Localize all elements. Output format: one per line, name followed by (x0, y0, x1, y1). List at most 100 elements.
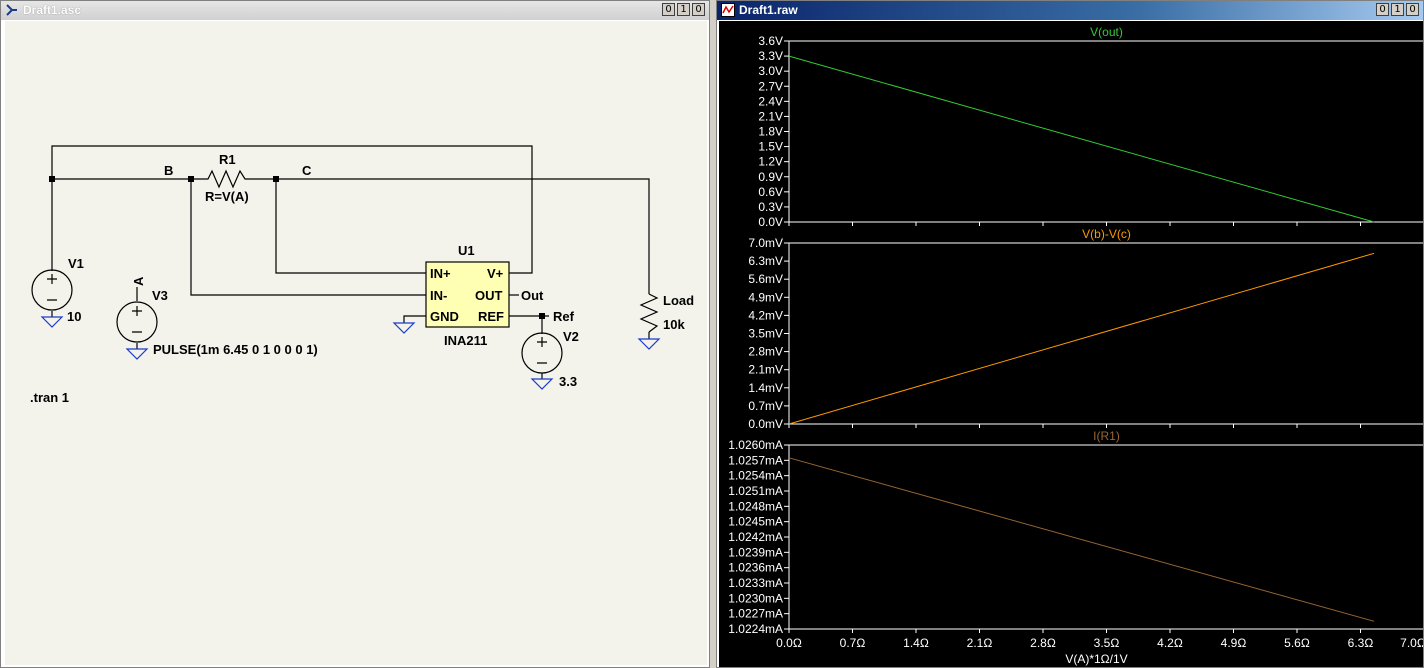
net-ref-label: Ref (553, 309, 575, 324)
y-tick-label: 1.8V (758, 125, 783, 139)
ltspice-schematic-icon (6, 4, 17, 16)
junction-dot (49, 176, 55, 182)
restore-button[interactable]: 1 (1391, 3, 1404, 16)
junction-dot (273, 176, 279, 182)
y-tick-label: 4.9mV (748, 290, 783, 304)
y-tick-label: 1.0245mA (728, 515, 783, 529)
y-tick-label: 5.6mV (748, 272, 783, 286)
trace-line (788, 55, 1375, 223)
y-tick-label: 4.2mV (748, 308, 783, 322)
y-tick-label: 2.8mV (748, 345, 783, 359)
x-tick-label: 6.3Ω (1348, 636, 1374, 650)
y-tick-label: 0.7mV (748, 399, 783, 413)
trace-line (788, 457, 1375, 622)
y-tick-label: 1.0248mA (728, 499, 783, 513)
y-tick-label: 7.0mV (748, 236, 783, 250)
y-tick-label: 0.3V (758, 200, 783, 214)
y-tick-label: 0.0mV (748, 417, 783, 431)
waveform-title: Draft1.raw (739, 3, 798, 17)
y-tick-label: 1.5V (758, 140, 783, 154)
y-tick-label: 2.1mV (748, 363, 783, 377)
y-tick-label: 3.3V (758, 49, 783, 63)
pane-frame (788, 40, 1423, 223)
v2-value-label: 3.3 (559, 374, 577, 389)
minimize-button[interactable]: 0 (662, 3, 675, 16)
load-name-label: Load (663, 293, 694, 308)
schematic-titlebar[interactable]: Draft1.asc 0 1 0 (1, 1, 709, 20)
y-tick-label: 1.0227mA (728, 607, 783, 621)
x-tick-label: 4.9Ω (1221, 636, 1247, 650)
y-tick-label: 1.0224mA (728, 622, 783, 636)
v3-node-label: A (131, 276, 146, 286)
node-c-label: C (302, 163, 312, 178)
x-tick-label: 0.7Ω (840, 636, 866, 650)
load-resistor-symbol (639, 293, 659, 333)
close-button[interactable]: 0 (1406, 3, 1419, 16)
trace-line (788, 252, 1375, 425)
wire-c-to-inp (275, 179, 426, 274)
v1-value-label: 10 (67, 309, 81, 324)
y-tick-label: 6.3mV (748, 254, 783, 268)
y-tick-label: 0.6V (758, 185, 783, 199)
load-value-label: 10k (663, 317, 685, 332)
r1-name-label: R1 (219, 152, 236, 167)
tran-directive: .tran 1 (30, 390, 69, 405)
pin-out-label: OUT (475, 288, 503, 303)
x-tick-label: 7.0Ω (1400, 636, 1423, 650)
ground-load-icon (637, 338, 661, 350)
y-tick-label: 0.0V (758, 215, 783, 229)
schematic-title: Draft1.asc (23, 3, 82, 17)
x-tick-label: 5.6Ω (1284, 636, 1310, 650)
waveform-plot-area[interactable]: 3.6V 3.3V 3.0V 2.7V 2.4V 2.1V 1.8V 1.5V 1.2V 0.9V… (719, 21, 1423, 667)
y-tick-label: 0.9V (758, 170, 783, 184)
y-tick-label: 2.4V (758, 94, 783, 108)
waveform-plots[interactable]: 3.6V3.3V3.0V2.7V2.4V2.1V 1.8V1.5V1.2V0.9V… (719, 21, 1423, 667)
y-tick-label: 1.0242mA (728, 530, 783, 544)
junction-dot (188, 176, 194, 182)
schematic-window[interactable]: Draft1.asc 0 1 0 B C R1 R=V(A) V1 10 V3 … (0, 0, 710, 668)
minimize-button[interactable]: 0 (1376, 3, 1389, 16)
schematic-canvas[interactable]: B C R1 R=V(A) V1 10 V3 A PULSE(1m 6.45 0… (5, 21, 707, 665)
pane-title: I(R1) (1093, 429, 1120, 443)
pane-title: V(out) (1090, 25, 1123, 39)
x-axis-label: V(A)*1Ω/1V (1065, 652, 1127, 666)
close-button[interactable]: 0 (692, 3, 705, 16)
y-tick-label: 1.2V (758, 155, 783, 169)
pane-title: V(b)-V(c) (1082, 227, 1131, 241)
node-b-label: B (164, 163, 173, 178)
y-tick-label: 1.0233mA (728, 576, 783, 590)
r1-value-label: R=V(A) (205, 189, 249, 204)
pane-frame (788, 242, 1423, 425)
y-tick-label: 1.0239mA (728, 545, 783, 559)
y-tick-label: 1.0257mA (728, 453, 783, 467)
waveform-window[interactable]: Draft1.raw 0 1 0 3.6V 3.3V 3.0V 2.7V 2.4V 2.1… (716, 0, 1424, 668)
pin-ref-label: REF (478, 309, 504, 324)
y-tick-label: 3.6V (758, 34, 783, 48)
x-tick-label: 4.2Ω (1157, 636, 1183, 650)
ground-ina-icon (392, 322, 416, 334)
v3-value-label: PULSE(1m 6.45 0 1 0 0 0 1) (153, 342, 318, 357)
y-tick-label: 1.0251mA (728, 484, 783, 498)
ground-v1-icon (40, 316, 64, 328)
y-tick-label: 3.5mV (748, 327, 783, 341)
restore-button[interactable]: 1 (677, 3, 690, 16)
pin-inn-label: IN- (430, 288, 447, 303)
waveform-app-icon (721, 3, 735, 17)
y-tick-label: 1.0230mA (728, 591, 783, 605)
y-tick-label: 1.0260mA (728, 438, 783, 452)
v1-name-label: V1 (68, 256, 84, 271)
y-tick-label: 2.1V (758, 109, 783, 123)
x-tick-label: 1.4Ω (903, 636, 929, 650)
ground-v3-icon (125, 348, 149, 360)
junction-dot (539, 313, 545, 319)
pin-gnd-label: GND (430, 309, 459, 324)
x-tick-label: 2.1Ω (967, 636, 993, 650)
y-tick-label: 2.7V (758, 79, 783, 93)
x-tick-label: 3.5Ω (1094, 636, 1120, 650)
waveform-titlebar[interactable]: Draft1.raw 0 1 0 (717, 1, 1423, 20)
v2-name-label: V2 (563, 329, 579, 344)
x-tick-label: 0.0Ω (776, 636, 802, 650)
u1-name-label: U1 (458, 243, 475, 258)
pin-inp-label: IN+ (430, 266, 451, 281)
y-tick-label: 1.0254mA (728, 469, 783, 483)
